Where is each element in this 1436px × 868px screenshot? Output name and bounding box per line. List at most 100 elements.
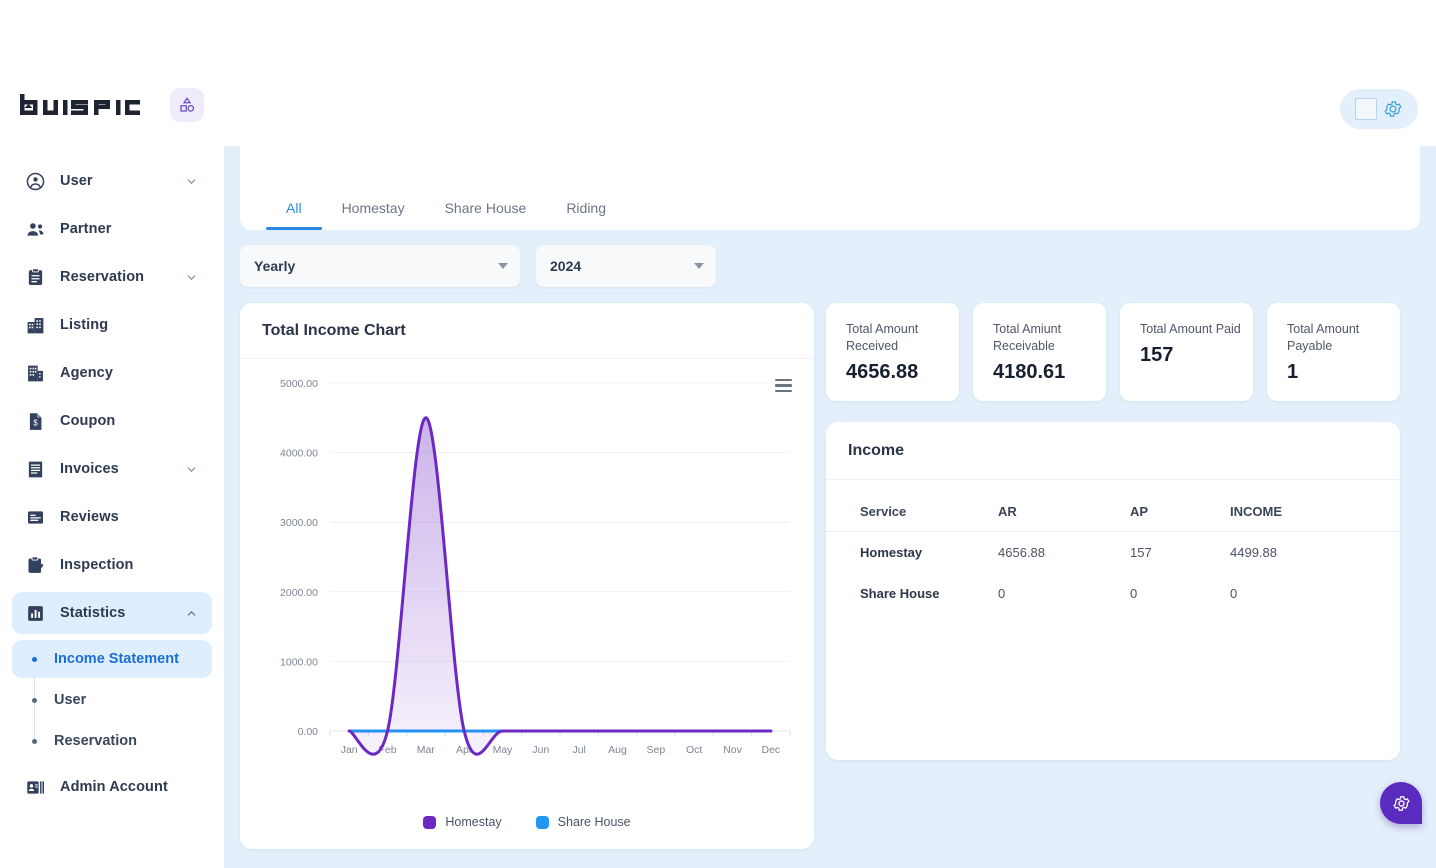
sidebar-item-agency[interactable]: Agency <box>12 352 212 394</box>
legend-label: Homestay <box>445 815 502 829</box>
tab-riding[interactable]: Riding <box>546 200 626 230</box>
brand-area <box>20 88 204 122</box>
legend-item-share-house[interactable]: Share House <box>535 815 631 829</box>
office-icon <box>24 362 46 384</box>
stat-value: 4180.61 <box>993 360 1066 383</box>
header-settings-pill[interactable] <box>1340 89 1418 129</box>
cell-service: Share House <box>860 586 940 601</box>
income-table: Service AR AP INCOME Homestay 4656.88 15… <box>826 492 1400 614</box>
column-header-ap: AP <box>1130 492 1230 532</box>
bullet-dot-icon <box>32 656 37 662</box>
sidebar-subitem-user[interactable]: User <box>12 681 212 719</box>
hamburger-menu-icon[interactable] <box>775 379 792 393</box>
chart-title: Total Income Chart <box>262 321 406 339</box>
sidebar-item-label: Listing <box>60 317 109 333</box>
income-header: Income <box>826 422 1400 480</box>
app-root: User Partner Reservation Listing Agency … <box>0 0 1436 868</box>
svg-text:Mar: Mar <box>417 744 436 756</box>
chart-body: 0.00 1000.00 2000.00 3000.00 4000.00 5000.00 J… <box>240 359 814 849</box>
chevron-down-icon <box>498 263 508 269</box>
table-row: Homestay 4656.88 157 4499.88 <box>826 532 1400 574</box>
clipboard-check-icon <box>24 554 46 576</box>
chevron-down-icon[interactable] <box>185 463 198 476</box>
cell-ar: 4656.88 <box>998 545 1045 560</box>
sidebar-subitem-income-statement[interactable]: Income Statement <box>12 640 212 678</box>
svg-text:1000.00: 1000.00 <box>280 656 318 668</box>
sidebar-item-invoices[interactable]: Invoices <box>12 448 212 490</box>
gear-icon[interactable] <box>1383 99 1403 119</box>
filter-row: Yearly 2024 <box>240 245 716 287</box>
year-select-value: 2024 <box>550 258 582 274</box>
sidebar-item-label: Coupon <box>60 413 116 429</box>
sidebar-item-user[interactable]: User <box>12 160 212 202</box>
sidebar-item-listing[interactable]: Listing <box>12 304 212 346</box>
top-bar <box>0 0 1436 146</box>
square-placeholder-icon <box>1355 98 1377 120</box>
svg-text:Jun: Jun <box>532 744 549 756</box>
column-header-ar: AR <box>998 492 1130 532</box>
chevron-down-icon[interactable] <box>185 175 198 188</box>
stat-cards-row: Total Amount Received 4656.88 Total Amiu… <box>826 303 1420 401</box>
tab-all[interactable]: All <box>266 200 322 230</box>
buspic-logo <box>20 94 140 115</box>
income-area-chart: 0.00 1000.00 2000.00 3000.00 4000.00 5000.00 J… <box>280 378 791 756</box>
chart-header: Total Income Chart <box>240 303 814 359</box>
sidebar-subitem-reservation[interactable]: Reservation <box>12 722 212 760</box>
cell-ar: 0 <box>998 586 1006 601</box>
cell-ap: 157 <box>1130 545 1152 560</box>
stat-label: Total Amount Payable <box>1287 322 1360 353</box>
floating-settings-button[interactable] <box>1380 782 1422 824</box>
table-row: Share House 0 0 0 <box>826 573 1400 614</box>
invoice-icon <box>24 458 46 480</box>
shapes-icon <box>180 97 195 112</box>
tab-share-house[interactable]: Share House <box>425 200 547 230</box>
gear-icon <box>1392 795 1410 811</box>
sidebar-subitem-label: Reservation <box>54 733 138 749</box>
sidebar-item-label: Inspection <box>60 557 134 573</box>
sidebar-item-reviews[interactable]: Reviews <box>12 496 212 538</box>
cell-income: 4499.88 <box>1230 545 1277 560</box>
year-select[interactable]: 2024 <box>536 245 716 287</box>
clipboard-icon <box>24 266 46 288</box>
stat-label: Total Amount Paid <box>1140 322 1241 336</box>
sidebar-item-label: Statistics <box>60 605 126 621</box>
stat-card-total-amount-receivable: Total Amiunt Receivable 4180.61 <box>973 303 1106 401</box>
cell-income: 0 <box>1230 586 1238 601</box>
sidebar-item-partner[interactable]: Partner <box>12 208 212 250</box>
sidebar-item-statistics[interactable]: Statistics <box>12 592 212 634</box>
sidebar-item-label: Reviews <box>60 509 119 525</box>
stat-card-total-amount-payable: Total Amount Payable 1 <box>1267 303 1400 401</box>
sidebar-item-label: User <box>60 173 93 189</box>
chevron-up-icon[interactable] <box>185 607 198 620</box>
chevron-down-icon[interactable] <box>185 271 198 284</box>
buildings-icon <box>24 314 46 336</box>
stat-value: 1 <box>1287 360 1299 383</box>
sidebar-item-coupon[interactable]: $ Coupon <box>12 400 212 442</box>
sidebar-item-reservation[interactable]: Reservation <box>12 256 212 298</box>
sidebar-item-admin-account[interactable]: Admin Account <box>12 766 212 808</box>
sidebar-subitem-label: Income Statement <box>54 651 179 667</box>
tab-homestay[interactable]: Homestay <box>322 200 425 230</box>
svg-text:May: May <box>493 744 514 756</box>
period-select[interactable]: Yearly <box>240 245 520 287</box>
svg-text:4000.00: 4000.00 <box>280 448 318 460</box>
stat-label: Total Amiunt Receivable <box>993 322 1062 353</box>
legend-swatch <box>423 815 437 829</box>
sidebar-item-label: Partner <box>60 221 112 237</box>
income-title: Income <box>848 441 905 459</box>
legend-item-homestay[interactable]: Homestay <box>423 815 502 829</box>
sidebar: User Partner Reservation Listing Agency … <box>0 146 224 868</box>
stat-label: Total Amount Received <box>846 322 919 353</box>
column-header-income: INCOME <box>1230 492 1400 532</box>
svg-text:Jul: Jul <box>572 744 585 756</box>
stat-value: 157 <box>1140 343 1174 366</box>
svg-text:0.00: 0.00 <box>298 726 319 738</box>
sidebar-item-inspection[interactable]: Inspection <box>12 544 212 586</box>
shapes-button[interactable] <box>170 88 204 122</box>
legend-label: Share House <box>557 815 631 829</box>
legend-swatch <box>535 815 549 829</box>
people-icon <box>24 218 46 240</box>
income-card: Income Service AR AP INCOME Homestay 465… <box>826 422 1400 760</box>
svg-text:Aug: Aug <box>608 744 627 756</box>
sidebar-item-label: Reservation <box>60 269 145 285</box>
